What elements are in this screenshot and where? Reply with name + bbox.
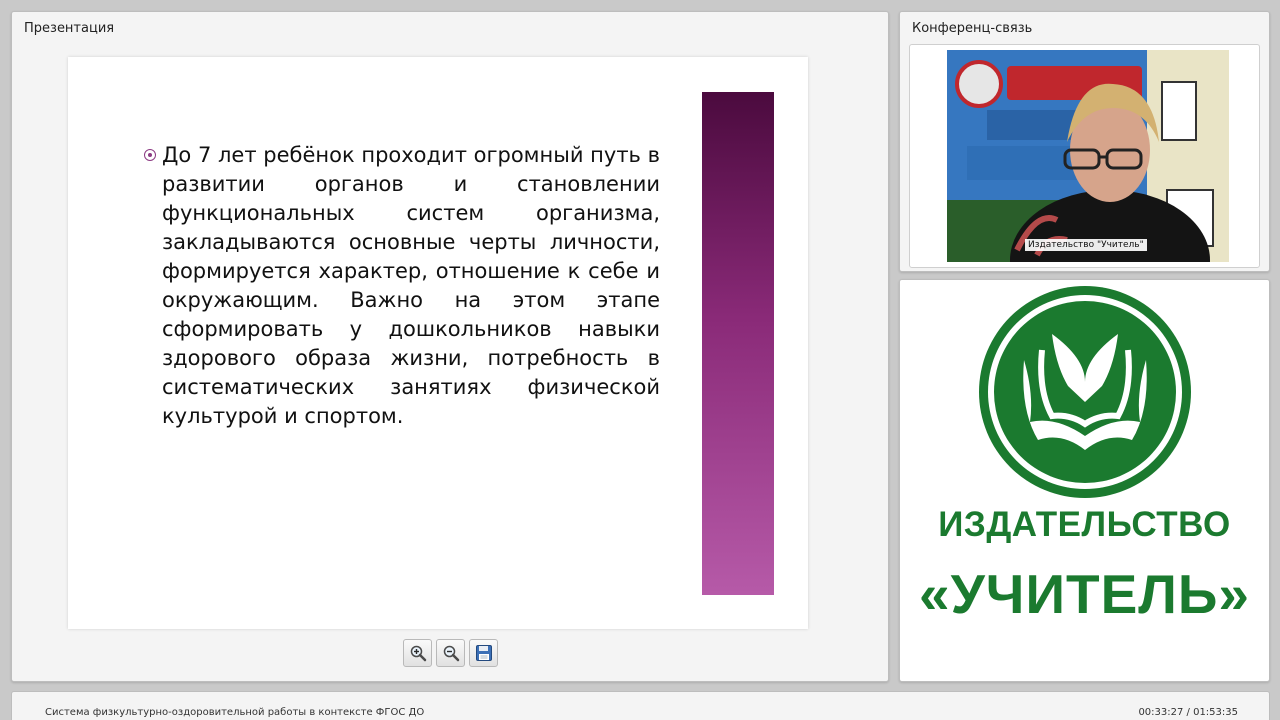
course-title: Система физкультурно-оздоровительной раб…	[45, 707, 425, 718]
conference-panel: Конференц-связь Издательство "Учитель"	[899, 11, 1270, 272]
presentation-slide: До 7 лет ребёнок проходит огромный путь …	[68, 57, 808, 629]
zoom-out-icon	[443, 645, 459, 662]
playback-time: 00:33:27 / 01:53:35	[1138, 707, 1238, 718]
zoom-in-icon	[410, 645, 426, 662]
video-participant-label: Издательство "Учитель"	[1025, 239, 1147, 251]
publisher-name: ИЗДАТЕЛЬСТВО	[938, 505, 1231, 544]
publisher-logo-panel: ИЗДАТЕЛЬСТВО «УЧИТЕЛЬ»	[899, 279, 1270, 682]
publisher-brand: «УЧИТЕЛЬ»	[919, 563, 1250, 625]
presentation-toolbar	[403, 639, 498, 667]
floppy-disk-icon	[475, 645, 492, 661]
webcam-video[interactable]: Издательство "Учитель"	[947, 50, 1229, 262]
zoom-out-button[interactable]	[436, 639, 465, 667]
publisher-logo-icon	[979, 286, 1191, 498]
speaker-video-image	[947, 50, 1229, 262]
slide-decorative-bar	[702, 92, 774, 595]
slide-text: До 7 лет ребёнок проходит огромный путь …	[162, 143, 660, 428]
bullet-icon	[144, 149, 156, 161]
save-button[interactable]	[469, 639, 498, 667]
video-frame: Издательство "Учитель"	[909, 44, 1260, 268]
presentation-panel-title: Презентация	[24, 21, 115, 36]
zoom-in-button[interactable]	[403, 639, 432, 667]
slide-bullet-item: До 7 лет ребёнок проходит огромный путь …	[144, 141, 660, 431]
conference-panel-title: Конференц-связь	[912, 21, 1033, 36]
status-bar: Система физкультурно-оздоровительной раб…	[11, 691, 1270, 720]
presentation-panel: Презентация До 7 лет ребёнок проходит ог…	[11, 11, 889, 682]
